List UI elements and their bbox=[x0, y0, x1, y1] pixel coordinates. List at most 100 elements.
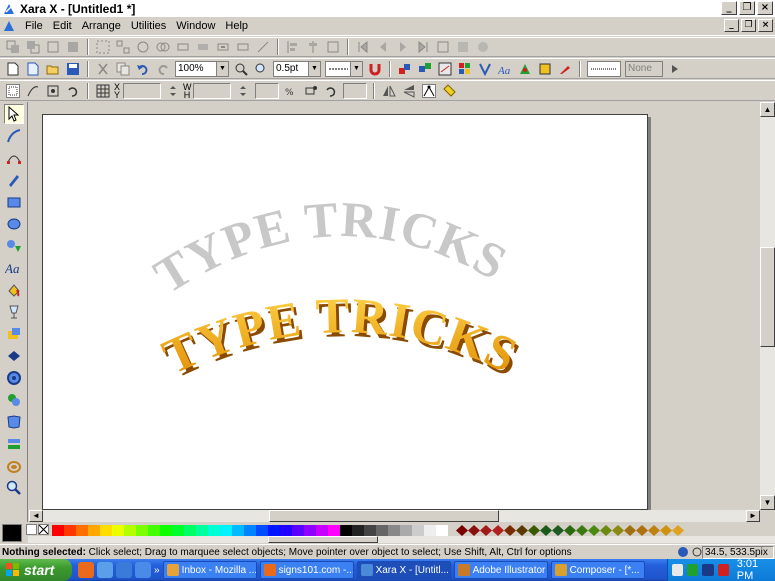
task-composer[interactable]: Composer - [*... bbox=[550, 561, 645, 579]
colour-line-scroll-thumb[interactable] bbox=[268, 536, 378, 543]
lock-aspect-icon[interactable]: % bbox=[284, 84, 298, 98]
group-icon[interactable] bbox=[96, 40, 110, 54]
copy-icon[interactable] bbox=[116, 62, 130, 76]
media-player-icon[interactable] bbox=[135, 562, 151, 578]
named-colour-swatch[interactable] bbox=[636, 525, 648, 536]
xara-app-icon[interactable] bbox=[2, 2, 16, 16]
minimize-button[interactable]: _ bbox=[721, 1, 737, 15]
tag-icon[interactable] bbox=[442, 83, 456, 98]
colour-swatch[interactable] bbox=[424, 525, 436, 536]
spinner-icon[interactable] bbox=[236, 84, 250, 98]
colour-swatch[interactable] bbox=[364, 525, 376, 536]
named-colour-swatch[interactable] bbox=[600, 525, 612, 536]
menu-utilities[interactable]: Utilities bbox=[126, 20, 171, 32]
named-colour-swatch[interactable] bbox=[516, 525, 528, 536]
doc-close-button[interactable]: × bbox=[758, 19, 773, 32]
next-frame-icon[interactable] bbox=[396, 40, 410, 54]
colour-line-scrollbar[interactable] bbox=[28, 536, 775, 543]
colour-swatch[interactable] bbox=[376, 525, 388, 536]
bring-to-front-icon[interactable] bbox=[6, 40, 20, 54]
colour-swatch[interactable] bbox=[328, 525, 340, 536]
last-frame-icon[interactable] bbox=[416, 40, 430, 54]
colour-swatches[interactable] bbox=[52, 525, 684, 536]
shadow-tool[interactable] bbox=[4, 456, 24, 476]
move-backwards-icon[interactable] bbox=[66, 40, 80, 54]
scroll-down-icon[interactable]: ▼ bbox=[760, 495, 775, 510]
colour-swatch[interactable] bbox=[256, 525, 268, 536]
line-gallery-icon[interactable] bbox=[438, 62, 452, 76]
show-desktop-icon[interactable] bbox=[97, 562, 113, 578]
colour-swatch[interactable] bbox=[268, 525, 280, 536]
blend-tool[interactable] bbox=[4, 412, 24, 432]
colour-swatch[interactable] bbox=[292, 525, 304, 536]
brush-combo[interactable] bbox=[587, 60, 621, 77]
shape-editor-tool[interactable] bbox=[4, 148, 24, 168]
task-illustrator[interactable]: Adobe Illustrator bbox=[453, 561, 548, 579]
chevron-down-icon[interactable]: ▼ bbox=[216, 61, 228, 76]
scale-field[interactable] bbox=[255, 82, 279, 99]
scale-lines-icon[interactable] bbox=[304, 84, 318, 98]
show-handles-icon[interactable] bbox=[422, 83, 436, 98]
align-left-icon[interactable] bbox=[286, 40, 300, 54]
intersect-shapes-icon[interactable] bbox=[236, 40, 250, 54]
task-xara[interactable]: Xara X - [Untitl... bbox=[356, 561, 451, 579]
mould-tool[interactable] bbox=[4, 324, 24, 344]
colour-swatch[interactable] bbox=[352, 525, 364, 536]
colour-swatch[interactable] bbox=[124, 525, 136, 536]
arrow-right-icon[interactable] bbox=[668, 62, 682, 76]
no-colour-icon[interactable] bbox=[38, 524, 49, 535]
colour-swatch[interactable] bbox=[316, 525, 328, 536]
fill-handles-icon[interactable] bbox=[46, 84, 60, 98]
colour-swatch[interactable] bbox=[196, 525, 208, 536]
move-forwards-icon[interactable] bbox=[46, 40, 60, 54]
fill-tool[interactable] bbox=[4, 280, 24, 300]
named-colour-swatch[interactable] bbox=[480, 525, 492, 536]
horizontal-scroll-thumb[interactable] bbox=[269, 510, 499, 522]
colour-swatch[interactable] bbox=[244, 525, 256, 536]
colour-swatch[interactable] bbox=[76, 525, 88, 536]
named-colour-swatch[interactable] bbox=[672, 525, 684, 536]
x-field[interactable] bbox=[123, 82, 161, 99]
bevel-tool[interactable] bbox=[4, 368, 24, 388]
doc-restore-button[interactable]: ❐ bbox=[741, 19, 756, 32]
snap-icon[interactable] bbox=[677, 546, 691, 560]
join-shapes-icon[interactable] bbox=[156, 40, 170, 54]
colour-swatch[interactable] bbox=[172, 525, 184, 536]
colour-swatch[interactable] bbox=[412, 525, 424, 536]
tray-collapse-icon[interactable] bbox=[672, 564, 684, 576]
colour-swatch[interactable] bbox=[64, 525, 76, 536]
named-colour-swatch[interactable] bbox=[468, 525, 480, 536]
colour-swatch[interactable] bbox=[112, 525, 124, 536]
marquee-select-icon[interactable] bbox=[6, 83, 20, 98]
colour-swatch[interactable] bbox=[88, 525, 100, 536]
slice-shapes-icon[interactable] bbox=[256, 40, 270, 54]
contour-tool[interactable] bbox=[4, 390, 24, 410]
menu-help[interactable]: Help bbox=[220, 20, 253, 32]
open-icon[interactable] bbox=[46, 62, 60, 76]
scroll-up-icon[interactable]: ▲ bbox=[760, 102, 775, 117]
named-colour-swatch[interactable] bbox=[540, 525, 552, 536]
new-document-icon[interactable] bbox=[6, 62, 20, 76]
page[interactable]: TYPE TRICKS TYPE TRICKS TYPE TRICKS bbox=[42, 114, 648, 510]
vertical-scroll-thumb[interactable] bbox=[760, 247, 775, 347]
rotate-icon[interactable] bbox=[66, 84, 80, 98]
task-signs101[interactable]: signs101.com -... bbox=[259, 561, 354, 579]
ungroup-icon[interactable] bbox=[116, 40, 130, 54]
close-button[interactable]: × bbox=[757, 1, 773, 15]
colour-swatch[interactable] bbox=[220, 525, 232, 536]
tray-volume-icon[interactable] bbox=[717, 564, 729, 576]
rotate-angle-icon[interactable] bbox=[324, 84, 338, 98]
tray-h-icon[interactable] bbox=[702, 564, 714, 576]
colour-swatch[interactable] bbox=[160, 525, 172, 536]
colour-swatch[interactable] bbox=[280, 525, 292, 536]
transparency-tool[interactable] bbox=[4, 302, 24, 322]
scroll-left-icon[interactable]: ◄ bbox=[29, 510, 43, 522]
tray-security-icon[interactable] bbox=[687, 564, 699, 576]
curve-select-icon[interactable] bbox=[26, 84, 40, 98]
spinner-icon[interactable] bbox=[166, 84, 180, 98]
quickshape-tool[interactable] bbox=[4, 236, 24, 256]
paint-gallery-icon[interactable] bbox=[558, 62, 572, 76]
colour-swatch[interactable] bbox=[388, 525, 400, 536]
named-colour-swatch[interactable] bbox=[564, 525, 576, 536]
selector-tool[interactable] bbox=[4, 104, 24, 124]
